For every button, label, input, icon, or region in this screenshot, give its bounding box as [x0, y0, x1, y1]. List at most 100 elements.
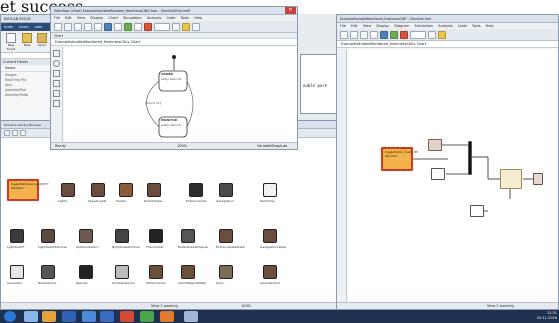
back-icon[interactable] [4, 130, 10, 136]
browser-icon[interactable] [62, 311, 76, 322]
state-tool-icon[interactable] [53, 50, 60, 57]
menu-chart[interactable]: Chart [108, 16, 118, 20]
library-browser-icon[interactable] [380, 30, 388, 39]
menu-analysis[interactable]: Analysis [147, 16, 161, 20]
library-block-remote-icon[interactable] [79, 265, 93, 279]
truth-table-icon[interactable] [53, 90, 60, 97]
open-icon[interactable] [350, 30, 358, 39]
menu-edit[interactable]: Edit [351, 24, 358, 28]
menu-simulation[interactable]: Simulation [415, 24, 434, 28]
breadcrumb-leaf[interactable]: Chart [131, 40, 141, 44]
constant-block[interactable] [431, 168, 445, 180]
step-icon[interactable] [134, 22, 142, 31]
start-icon[interactable] [4, 311, 16, 322]
menu-analysis[interactable]: Analysis [438, 24, 452, 28]
menu-view[interactable]: View [77, 16, 85, 20]
transition-monitor-to-armed[interactable] [186, 80, 194, 128]
breadcrumb-model[interactable]: ExampleVariableMonitored_freshnessCIN [341, 42, 413, 46]
library-block-entrancegate-icon[interactable] [189, 183, 203, 197]
library-block-speedlights-icon[interactable] [91, 183, 105, 197]
junction-tool-icon[interactable] [53, 60, 60, 67]
library-block-rollershadesopener-icon[interactable] [181, 229, 195, 243]
library-browser-icon[interactable] [104, 22, 112, 31]
menu-view[interactable]: View [363, 24, 371, 28]
chart-block[interactable] [500, 169, 522, 189]
save-icon[interactable] [360, 30, 368, 39]
tab-plots[interactable]: PLOTS [19, 23, 28, 31]
open-icon[interactable] [64, 22, 72, 31]
explorer-icon[interactable] [24, 311, 38, 322]
box-tool-icon[interactable] [53, 70, 60, 77]
stop-icon[interactable] [144, 22, 152, 31]
library-block-radioheater-icon[interactable] [147, 183, 161, 197]
output-block[interactable] [533, 173, 543, 185]
library-block-lightswitch-icon[interactable] [10, 229, 24, 243]
library-block-datetime-icon[interactable] [263, 183, 277, 197]
debug-icon[interactable] [182, 22, 190, 31]
scope-block[interactable] [470, 205, 484, 217]
library-block-boxdetector-icon[interactable] [41, 265, 55, 279]
close-icon[interactable]: ✕ [285, 7, 296, 14]
new-model-icon[interactable] [340, 30, 348, 39]
powerpoint-icon[interactable] [120, 311, 134, 322]
mux-block[interactable] [468, 141, 472, 175]
run-icon[interactable] [124, 22, 132, 31]
annotation-tool-icon[interactable] [53, 100, 60, 107]
chrome-icon[interactable] [140, 311, 154, 322]
open-button[interactable]: Open [36, 33, 48, 50]
breadcrumb-leaf[interactable]: Chart [417, 42, 427, 46]
menu-help[interactable]: Help [486, 24, 494, 28]
library-block-lights-icon[interactable] [61, 183, 75, 197]
library-block-siren-icon[interactable] [219, 265, 233, 279]
library-block-lightswitchdimmer-icon[interactable] [41, 229, 55, 243]
library-block-entrancegatestate-icon[interactable] [219, 229, 233, 243]
library-block-generator-icon[interactable] [10, 265, 24, 279]
build-icon[interactable] [192, 22, 200, 31]
menu-help[interactable]: Help [194, 16, 202, 20]
tab-home[interactable]: HOME [4, 23, 13, 31]
forward-icon[interactable] [12, 130, 18, 136]
search-icon[interactable] [20, 130, 26, 136]
menu-display[interactable]: Display [90, 16, 103, 20]
save-icon[interactable] [74, 22, 82, 31]
matlab-icon[interactable] [160, 311, 174, 322]
simulink-canvas[interactable]: toggleButton_Dusty_BP labelText [348, 49, 558, 303]
library-block-brightnessdimmer-icon[interactable] [115, 229, 129, 243]
new-button[interactable]: New [21, 33, 33, 50]
redo-icon[interactable] [94, 22, 102, 31]
new-model-icon[interactable] [54, 22, 62, 31]
menu-display[interactable]: Display [376, 24, 389, 28]
mode-icon[interactable] [172, 22, 180, 31]
menu-file[interactable]: File [340, 24, 346, 28]
stop-icon[interactable] [400, 30, 408, 39]
menu-diagram[interactable]: Diagram [394, 24, 409, 28]
menu-simulation[interactable]: Simulation [123, 16, 142, 20]
app-icon[interactable] [184, 311, 198, 322]
undo-icon[interactable] [84, 22, 92, 31]
breadcrumb-model[interactable]: ExampleVariableMonitored_freshnessCIN [55, 40, 127, 44]
debug-icon[interactable] [438, 30, 446, 39]
highlighted-toggle-block[interactable]: toggleButton_Dusty_BP labelText [381, 147, 418, 171]
library-block-updownswitch-icon[interactable] [79, 229, 93, 243]
library-block-motionsensor-icon[interactable] [149, 265, 163, 279]
stateflow-canvas[interactable]: ARMED entry:mon=0; MONITOR entry:mon=1; … [64, 47, 297, 142]
library-block-alarmkeypad-icon[interactable] [263, 265, 277, 279]
tray-clock[interactable]: 12:31 20-11-2016 [537, 311, 557, 321]
tab-apps[interactable]: APPS [35, 23, 43, 31]
menu-edit[interactable]: Edit [65, 16, 72, 20]
library-block-thermostat-icon[interactable] [149, 229, 163, 243]
menu-tools[interactable]: Tools [472, 24, 481, 28]
library-block-heater-icon[interactable] [119, 183, 133, 197]
menu-tools[interactable]: Tools [181, 16, 190, 20]
library-block-garagedoor-icon[interactable] [219, 183, 233, 197]
new-script-button[interactable]: New Script [4, 33, 18, 51]
menu-file[interactable]: File [54, 16, 60, 20]
input-block[interactable] [428, 139, 442, 151]
library-block-garagedoorstate-icon[interactable] [263, 229, 277, 243]
folder-icon[interactable] [42, 311, 56, 322]
menu-code[interactable]: Code [166, 16, 175, 20]
document-icon[interactable] [100, 311, 114, 322]
stop-time-field[interactable] [154, 22, 170, 31]
word-icon[interactable] [82, 311, 96, 322]
model-explorer-icon[interactable] [114, 22, 122, 31]
